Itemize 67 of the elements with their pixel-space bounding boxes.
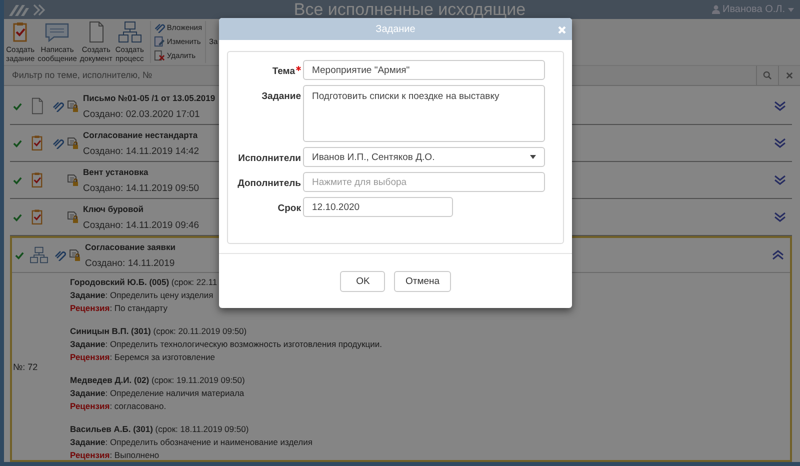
check-icon [13,212,22,222]
dropdown[interactable]: Иванов И.П., Сентяков Д.О. [303,147,545,167]
caret-icon [530,155,536,159]
collapse-icon [772,249,784,261]
input-field[interactable]: Нажмите для выбора [303,172,545,192]
close-button[interactable] [557,23,567,33]
check-icon [13,138,22,148]
item-date: Создано: 14.11.2019 [85,258,175,268]
item-title: Согласование нестандарта [83,130,198,140]
edit-icon [154,36,165,47]
item-title: Ключ буровой [83,204,144,214]
review-text: Рецензия: По стандарту [70,303,168,313]
locked-document-icon [67,174,79,186]
item-date: Создано: 14.11.2019 09:50 [83,182,200,194]
item-date: Создано: 02.03.2020 17:01 [83,108,200,120]
task-text: Задание: Определить обозначение и наименование изделия [70,437,312,447]
person-icon [712,5,720,14]
close-icon [557,25,567,35]
ok-button[interactable]: OK [340,270,386,292]
review-text: Рецензия: согласовано. [70,401,166,411]
text-area[interactable]: Подготовить списки к поездке на выставку [303,85,545,142]
paperclip-icon [154,22,165,33]
assignee-heading: Васильев А.Б. (301) (срок: 18.11.2019 09:50) [70,424,249,434]
search-icon [763,70,772,80]
assignee-heading: Синицын В.П. (301) (срок: 20.11.2019 09:50) [70,326,247,336]
check-icon [15,250,24,260]
flowchart-icon [116,21,143,43]
required-icon [296,66,301,71]
check-icon [13,102,22,110]
field-label: Дополнитель [236,177,301,189]
locked-document-icon [67,100,79,112]
date-field[interactable]: 12.10.2020 [303,197,453,217]
item-number: №: 72 [12,362,39,372]
delete-icon [154,50,165,61]
locked-document-icon [69,248,81,262]
message-icon [44,21,70,43]
expand-icon [774,100,786,112]
item-date: Создано: 14.11.2019 14:42 [83,146,200,156]
assignee-heading: Городовский Ю.Б. (005) (срок: 22.11 [70,277,218,287]
expand-icon [774,137,786,149]
field-label: Задание [260,90,301,102]
task-text: Задание: Определить цену изделия [70,290,214,300]
assignee-heading: Медведев Д.И. (02) (срок: 19.11.2019 09:50) [70,375,245,385]
field-label: Исполнители [237,152,301,164]
close-icon [786,72,793,79]
expand-icon [774,211,786,223]
page-title: Все исполненные исходящие [292,0,527,20]
item-date: Создано: 14.11.2019 09:46 [83,220,200,230]
review-text: Рецензия: Выполнено [70,450,160,460]
cancel-button[interactable]: Отмена [394,270,451,292]
item-title: Письмо №01-05 /1 от 13.05.2019 [83,92,216,102]
check-icon [13,176,22,184]
task-text: Задание: Определить технологическую возможность изготовления продукции. [70,339,382,349]
field-label: Срок [276,202,301,214]
locked-document-icon [67,136,79,150]
caret-icon [788,8,794,12]
dialog-title: Задание [376,24,416,34]
review-text: Рецензия: Беремся за изготовление [70,352,216,362]
field-label: Тема [228,60,301,77]
logo-icon [8,2,48,18]
item-title: Согласование заявки [85,242,176,252]
input-field[interactable]: Мероприятие "Армия" [303,60,545,80]
locked-document-icon [67,210,79,224]
task-text: Задание: Определение наличия материала [70,388,244,398]
item-title: Вент установка [83,166,148,176]
expand-icon [774,174,786,186]
flowchart-icon [29,245,49,265]
